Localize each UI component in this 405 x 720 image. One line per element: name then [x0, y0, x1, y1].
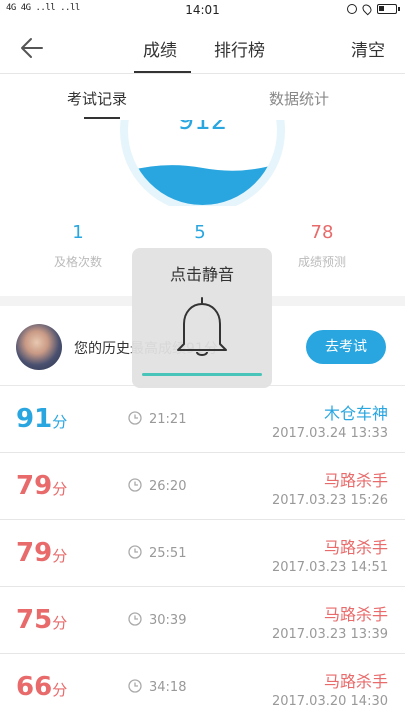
top-nav: 成绩 排行榜 清空 — [0, 22, 405, 74]
stat-value: 78 — [310, 222, 334, 243]
record-title: 马路杀手 — [323, 672, 388, 691]
records-list: 91分 21:21 木仓车神 2017.03.24 13:33 79分 26:2… — [0, 386, 405, 720]
record-score: 66分 — [16, 672, 67, 702]
stat-value: 5 — [194, 222, 206, 243]
location-icon — [360, 2, 374, 16]
clock-icon — [128, 679, 142, 693]
record-title: 木仓车神 — [323, 404, 388, 423]
mute-toast[interactable]: 点击静音 — [132, 248, 272, 388]
tab-exam-records[interactable]: 考试记录 — [67, 88, 127, 109]
stat-value: 1 — [72, 222, 84, 243]
bell-icon — [177, 297, 227, 356]
clock-icon — [128, 612, 142, 626]
score-value: 79 — [16, 538, 53, 568]
score-unit: 分 — [52, 413, 68, 431]
record-row[interactable]: 75分 30:39 马路杀手 2017.03.23 13:39 — [0, 587, 405, 654]
score-value: 66 — [16, 672, 53, 702]
score-unit: 分 — [52, 480, 68, 498]
tab-leaderboard[interactable]: 排行榜 — [214, 36, 265, 61]
record-row[interactable]: 79分 26:20 马路杀手 2017.03.23 15:26 — [0, 453, 405, 520]
toast-text: 点击静音 — [169, 265, 234, 284]
record-score: 91分 — [16, 404, 67, 434]
record-duration: 26:20 — [149, 479, 187, 494]
score-unit: 分 — [52, 547, 68, 565]
record-title: 马路杀手 — [323, 605, 388, 624]
record-datetime: 2017.03.23 13:39 — [271, 627, 388, 642]
battery-icon — [377, 4, 400, 14]
tab-indicator — [134, 71, 191, 73]
score-unit: 分 — [52, 681, 68, 699]
sub-tabs: 考试记录 数据统计 — [0, 74, 405, 120]
avatar — [16, 324, 62, 370]
record-title: 马路杀手 — [323, 538, 388, 557]
status-icons — [347, 2, 400, 16]
sub-tab-indicator — [84, 117, 120, 119]
record-score: 75分 — [16, 605, 67, 635]
alarm-icon — [347, 4, 357, 14]
status-bar: 4G 4G ..ll ..ll 14:01 — [0, 0, 405, 22]
clear-button[interactable]: 清空 — [351, 36, 385, 61]
record-title: 马路杀手 — [323, 471, 388, 490]
stat-pass-count: 1 及格次数 — [18, 222, 138, 270]
record-row[interactable]: 79分 25:51 马路杀手 2017.03.23 14:51 — [0, 520, 405, 587]
score-gauge: 912 — [0, 120, 405, 206]
record-datetime: 2017.03.24 13:33 — [271, 426, 388, 441]
stat-label: 及格次数 — [53, 255, 102, 269]
score-value: 79 — [16, 471, 53, 501]
status-time: 14:01 — [185, 3, 220, 17]
arrow-left-icon — [21, 38, 43, 58]
record-score: 79分 — [16, 471, 67, 501]
clock-icon — [128, 545, 142, 559]
score-value: 75 — [16, 605, 53, 635]
stat-score-prediction: 78 成绩预测 — [262, 222, 382, 270]
score-unit: 分 — [52, 614, 68, 632]
score-value: 91 — [16, 404, 53, 434]
record-datetime: 2017.03.23 15:26 — [271, 493, 388, 508]
tab-scores[interactable]: 成绩 — [143, 36, 177, 61]
record-duration: 34:18 — [149, 680, 187, 695]
gauge-value: 912 — [177, 120, 228, 136]
record-row[interactable]: 66分 34:18 马路杀手 2017.03.20 14:30 — [0, 654, 405, 720]
tab-data-stats[interactable]: 数据统计 — [269, 88, 329, 109]
record-duration: 25:51 — [149, 546, 187, 561]
record-datetime: 2017.03.20 14:30 — [271, 694, 388, 709]
clock-icon — [128, 478, 142, 492]
record-score: 79分 — [16, 538, 67, 568]
record-row[interactable]: 91分 21:21 木仓车神 2017.03.24 13:33 — [0, 386, 405, 453]
record-duration: 30:39 — [149, 613, 187, 628]
record-datetime: 2017.03.23 14:51 — [271, 560, 388, 575]
toast-progress-bar — [142, 373, 262, 376]
go-exam-button[interactable]: 去考试 — [306, 330, 386, 364]
stat-label: 成绩预测 — [297, 255, 346, 269]
back-button[interactable] — [18, 34, 50, 62]
clock-icon — [128, 411, 142, 425]
record-duration: 21:21 — [149, 412, 187, 427]
